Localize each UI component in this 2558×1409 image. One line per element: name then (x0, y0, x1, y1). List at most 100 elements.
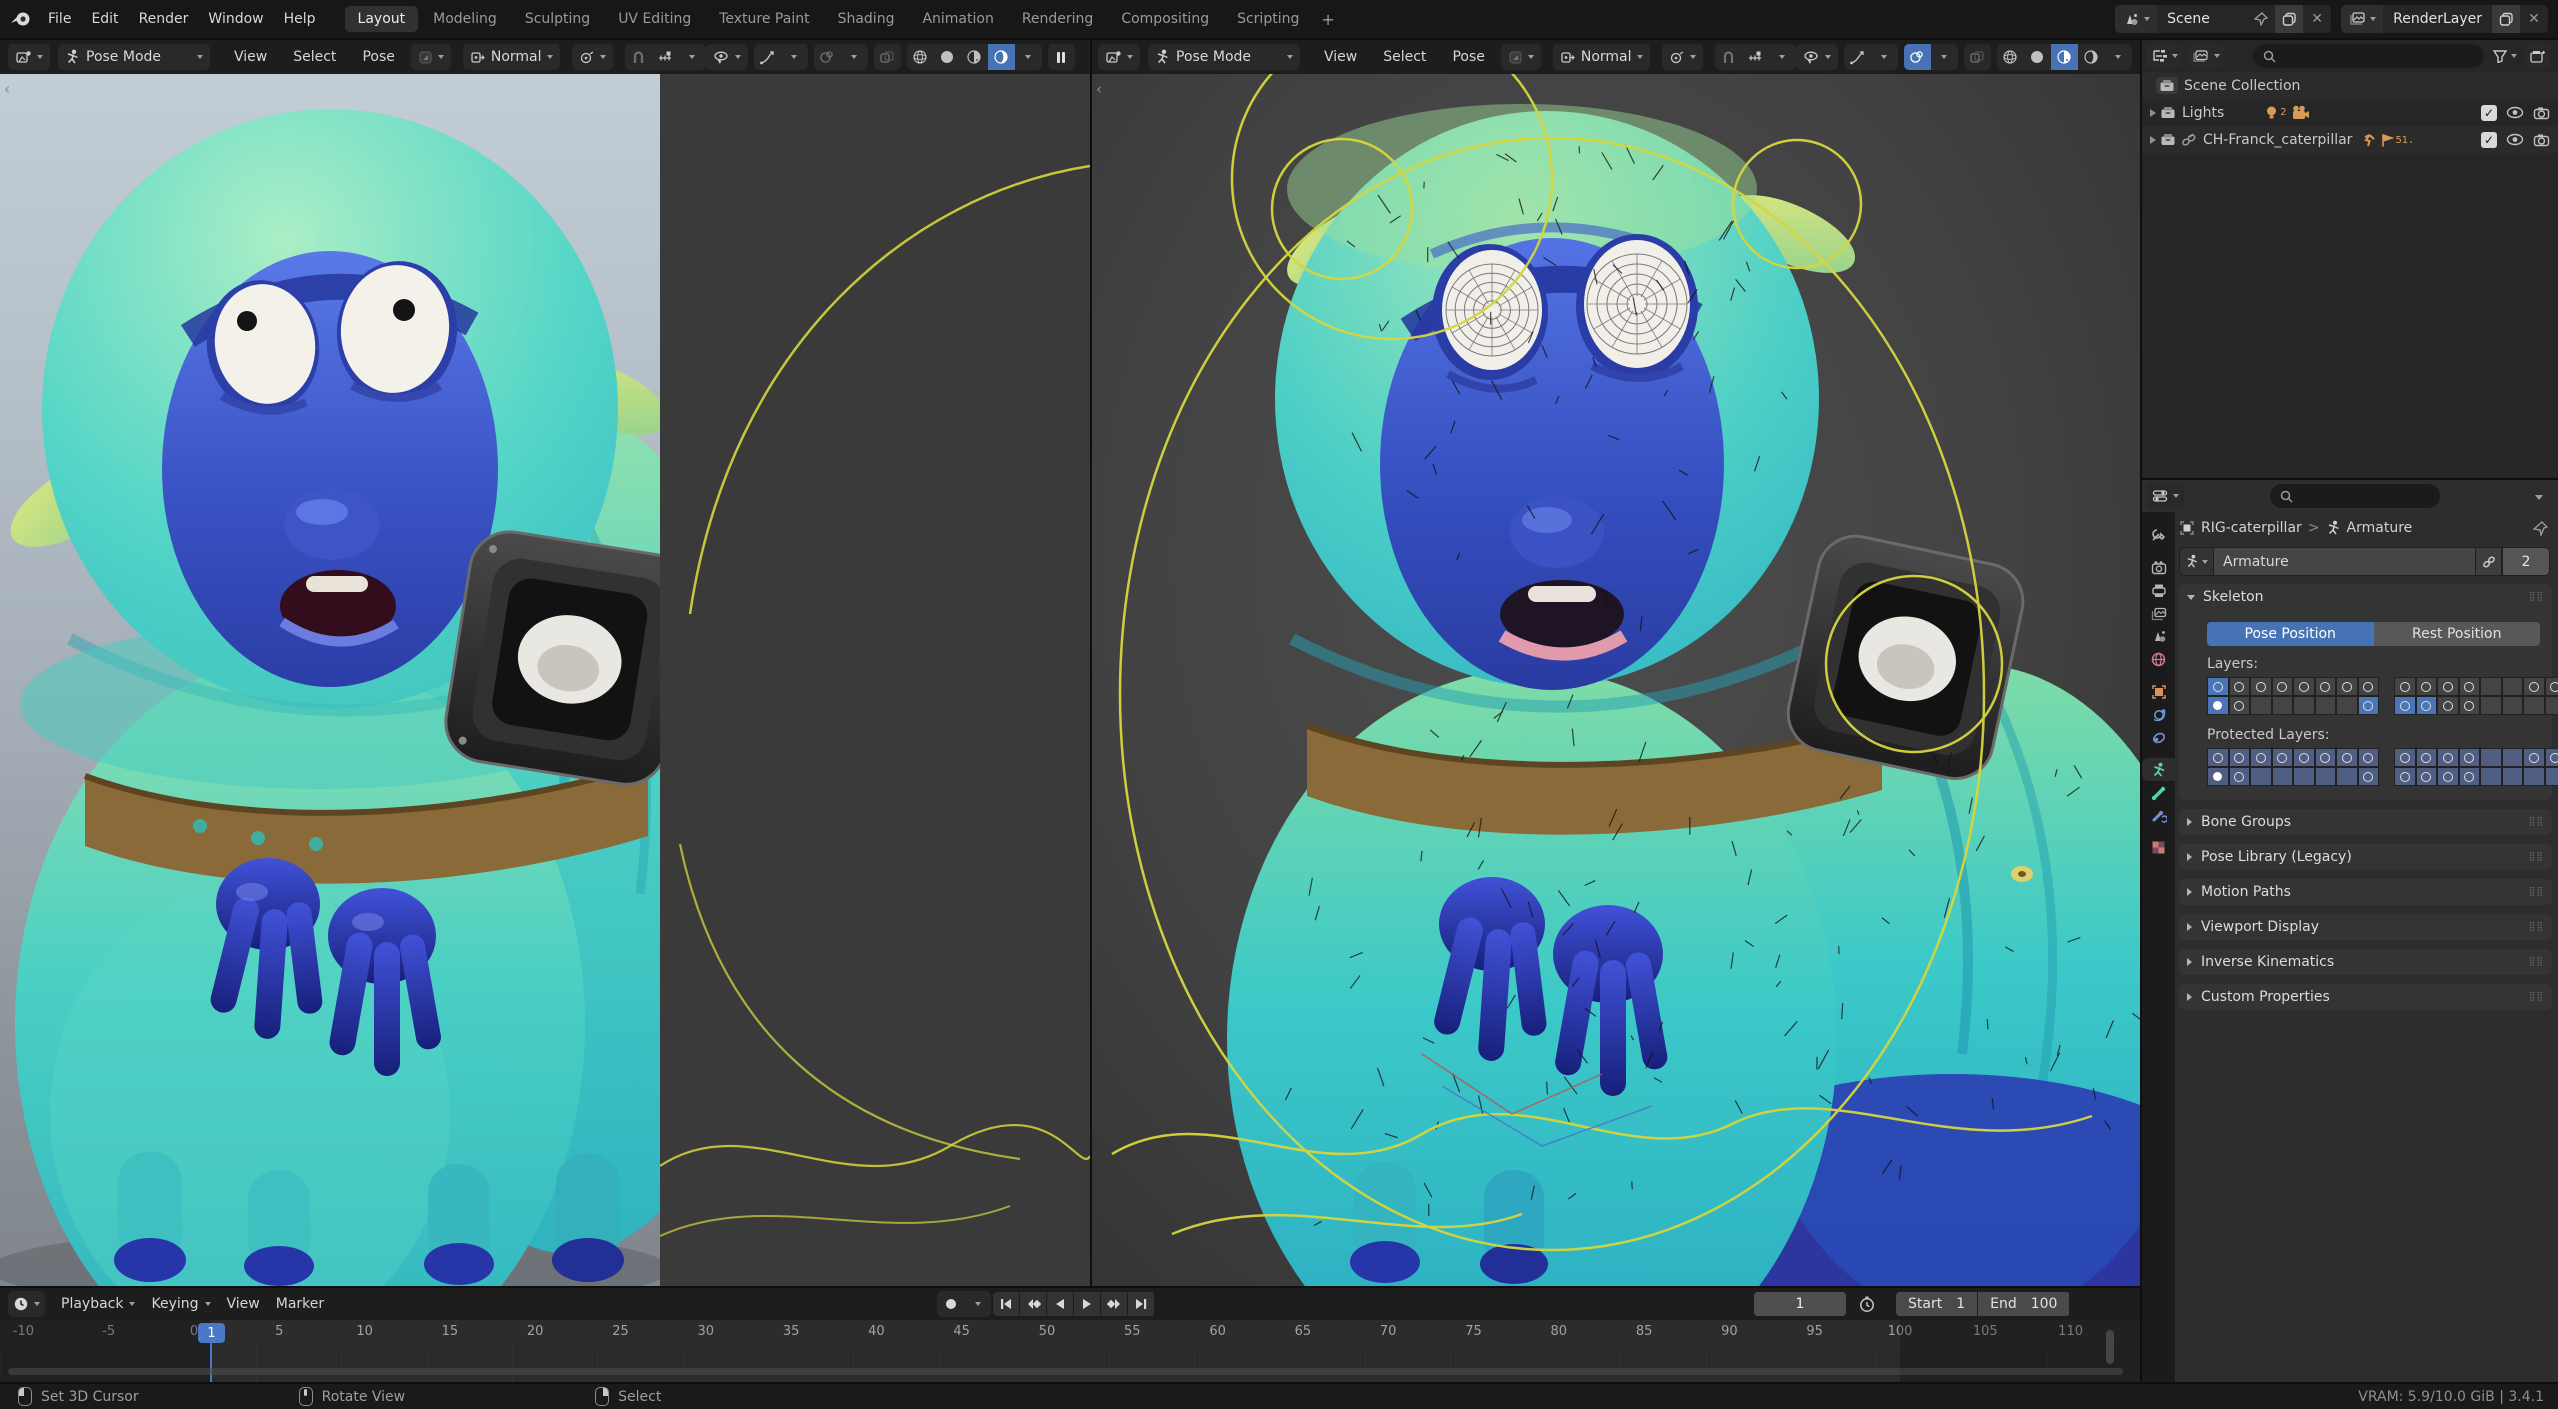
breadcrumb-data[interactable]: Armature (2347, 520, 2413, 536)
tab-shading[interactable]: Shading (825, 6, 908, 32)
editor-type-timeline[interactable] (8, 1291, 45, 1317)
layer-cell[interactable] (2315, 677, 2337, 696)
shading-rendered-icon[interactable] (988, 44, 1015, 70)
snap-settings-icon[interactable] (1742, 44, 1769, 70)
timeline-ruler[interactable]: -10-505101520253035404550556065707580859… (0, 1320, 2140, 1346)
layer-cell[interactable] (2545, 677, 2558, 696)
outliner-row-character[interactable]: CH-Franck_caterpillar 51 . ✓ (2142, 126, 2558, 153)
panel-grip-icon[interactable]: ⣿⣿ (2529, 887, 2544, 897)
current-frame-marker[interactable]: 1 (198, 1323, 225, 1343)
pin-icon[interactable] (2533, 521, 2548, 536)
render-visibility-icon[interactable] (2533, 133, 2550, 147)
render-visibility-icon[interactable] (2533, 106, 2550, 120)
menu-window[interactable]: Window (198, 11, 273, 27)
layer-cell[interactable] (2523, 748, 2545, 767)
menu-render[interactable]: Render (129, 11, 199, 27)
tab-animation[interactable]: Animation (909, 6, 1006, 32)
end-frame-field[interactable]: End100 (1978, 1292, 2069, 1316)
play-button[interactable] (1074, 1292, 1100, 1316)
layer-cell[interactable] (2293, 767, 2315, 786)
layer-cell[interactable] (2480, 677, 2502, 696)
tab-physics[interactable] (2142, 703, 2175, 726)
gizmo-dropdown[interactable] (781, 44, 808, 70)
tab-modeling[interactable]: Modeling (420, 6, 510, 32)
expand-icon[interactable] (2150, 109, 2156, 117)
tab-tool[interactable] (2142, 524, 2175, 547)
xray-toggle[interactable] (1964, 44, 1991, 70)
gizmo-icon[interactable] (754, 44, 781, 70)
jump-to-start-button[interactable] (993, 1292, 1019, 1316)
add-workspace-button[interactable]: + (1313, 6, 1342, 33)
pose-position-button[interactable]: Pose Position (2207, 622, 2374, 646)
layer-cell[interactable] (2502, 748, 2524, 767)
panel-bone-groups[interactable]: Bone Groups⣿⣿ (2179, 809, 2552, 835)
layer-cell[interactable] (2229, 677, 2251, 696)
snap-dropdown[interactable] (679, 44, 706, 70)
layer-cell[interactable] (2250, 767, 2272, 786)
panel-inverse-kinematics[interactable]: Inverse Kinematics⣿⣿ (2179, 949, 2552, 975)
panel-grip-icon[interactable]: ⣿⣿ (2529, 957, 2544, 967)
next-keyframe-button[interactable] (1101, 1292, 1127, 1316)
layer-cell[interactable] (2336, 748, 2358, 767)
layer-cell[interactable] (2293, 748, 2315, 767)
layer-cell[interactable] (2358, 748, 2380, 767)
snap-magnet-icon[interactable] (1715, 44, 1742, 70)
tab-object[interactable] (2142, 680, 2175, 703)
layer-cell[interactable] (2502, 677, 2524, 696)
layer-cell[interactable] (2502, 767, 2524, 786)
layer-cell[interactable] (2207, 696, 2229, 715)
layer-cell[interactable] (2480, 748, 2502, 767)
view-menu[interactable]: View (226, 49, 275, 65)
expand-icon[interactable] (2150, 136, 2156, 144)
panel-grip-icon[interactable]: ⣿⣿ (2529, 922, 2544, 932)
panel-custom-properties[interactable]: Custom Properties⣿⣿ (2179, 984, 2552, 1010)
timeline-vertical-scrollbar[interactable] (2106, 1330, 2114, 1364)
menu-help[interactable]: Help (274, 11, 326, 27)
tab-object-constraints[interactable] (2142, 726, 2175, 749)
shading-dropdown[interactable] (2105, 44, 2132, 70)
new-collection-button[interactable] (2525, 43, 2550, 69)
active-tool-chip[interactable] (411, 44, 451, 70)
datablock-type-selector[interactable] (2179, 547, 2214, 576)
xray-toggle[interactable] (874, 44, 901, 70)
layer-cell[interactable] (2459, 696, 2481, 715)
filter-button[interactable] (2492, 49, 2517, 63)
shading-solid-icon[interactable] (934, 44, 961, 70)
scene-icon[interactable] (2115, 5, 2157, 33)
auto-keying-dropdown[interactable] (964, 1291, 991, 1317)
tab-bone-constraints[interactable] (2142, 804, 2175, 827)
overlays-dropdown[interactable] (1931, 44, 1958, 70)
layer-cell[interactable] (2358, 767, 2380, 786)
viewport-left-canvas[interactable]: ‹ (0, 74, 1090, 1286)
view-menu[interactable]: View (1316, 49, 1365, 65)
unlink-scene-button[interactable]: ✕ (2303, 5, 2331, 33)
layer-cell[interactable] (2416, 767, 2438, 786)
select-menu[interactable]: Select (285, 49, 344, 65)
panel-motion-paths[interactable]: Motion Paths⣿⣿ (2179, 879, 2552, 905)
overlays-dropdown[interactable] (841, 44, 868, 70)
layer-cell[interactable] (2437, 748, 2459, 767)
layer-cell[interactable] (2250, 748, 2272, 767)
view-layer-icon[interactable] (2341, 5, 2383, 33)
link-icon[interactable] (2475, 547, 2502, 576)
collection-checkbox[interactable]: ✓ (2481, 105, 2497, 121)
layer-cell[interactable] (2394, 767, 2416, 786)
snap-dropdown[interactable] (1769, 44, 1796, 70)
hide-eye-icon[interactable] (2506, 133, 2524, 146)
jump-to-end-button[interactable] (1128, 1292, 1154, 1316)
collapse-toolbar-icon[interactable]: ‹ (1096, 80, 1102, 98)
pivot-point-selector[interactable] (1662, 44, 1703, 70)
layer-cell[interactable] (2272, 767, 2294, 786)
layer-cell[interactable] (2207, 767, 2229, 786)
tab-view-layer[interactable] (2142, 602, 2175, 625)
layer-cell[interactable] (2416, 677, 2438, 696)
layer-cell[interactable] (2250, 677, 2272, 696)
keying-menu[interactable]: Keying (143, 1296, 218, 1312)
gizmo-dropdown[interactable] (1871, 44, 1898, 70)
collection-checkbox[interactable]: ✓ (2481, 132, 2497, 148)
view-layer-name[interactable]: RenderLayer (2383, 11, 2492, 27)
object-visibility-selector[interactable] (1796, 44, 1838, 70)
shading-wireframe-icon[interactable] (1997, 44, 2024, 70)
layer-cell[interactable] (2336, 696, 2358, 715)
layer-cell[interactable] (2459, 767, 2481, 786)
